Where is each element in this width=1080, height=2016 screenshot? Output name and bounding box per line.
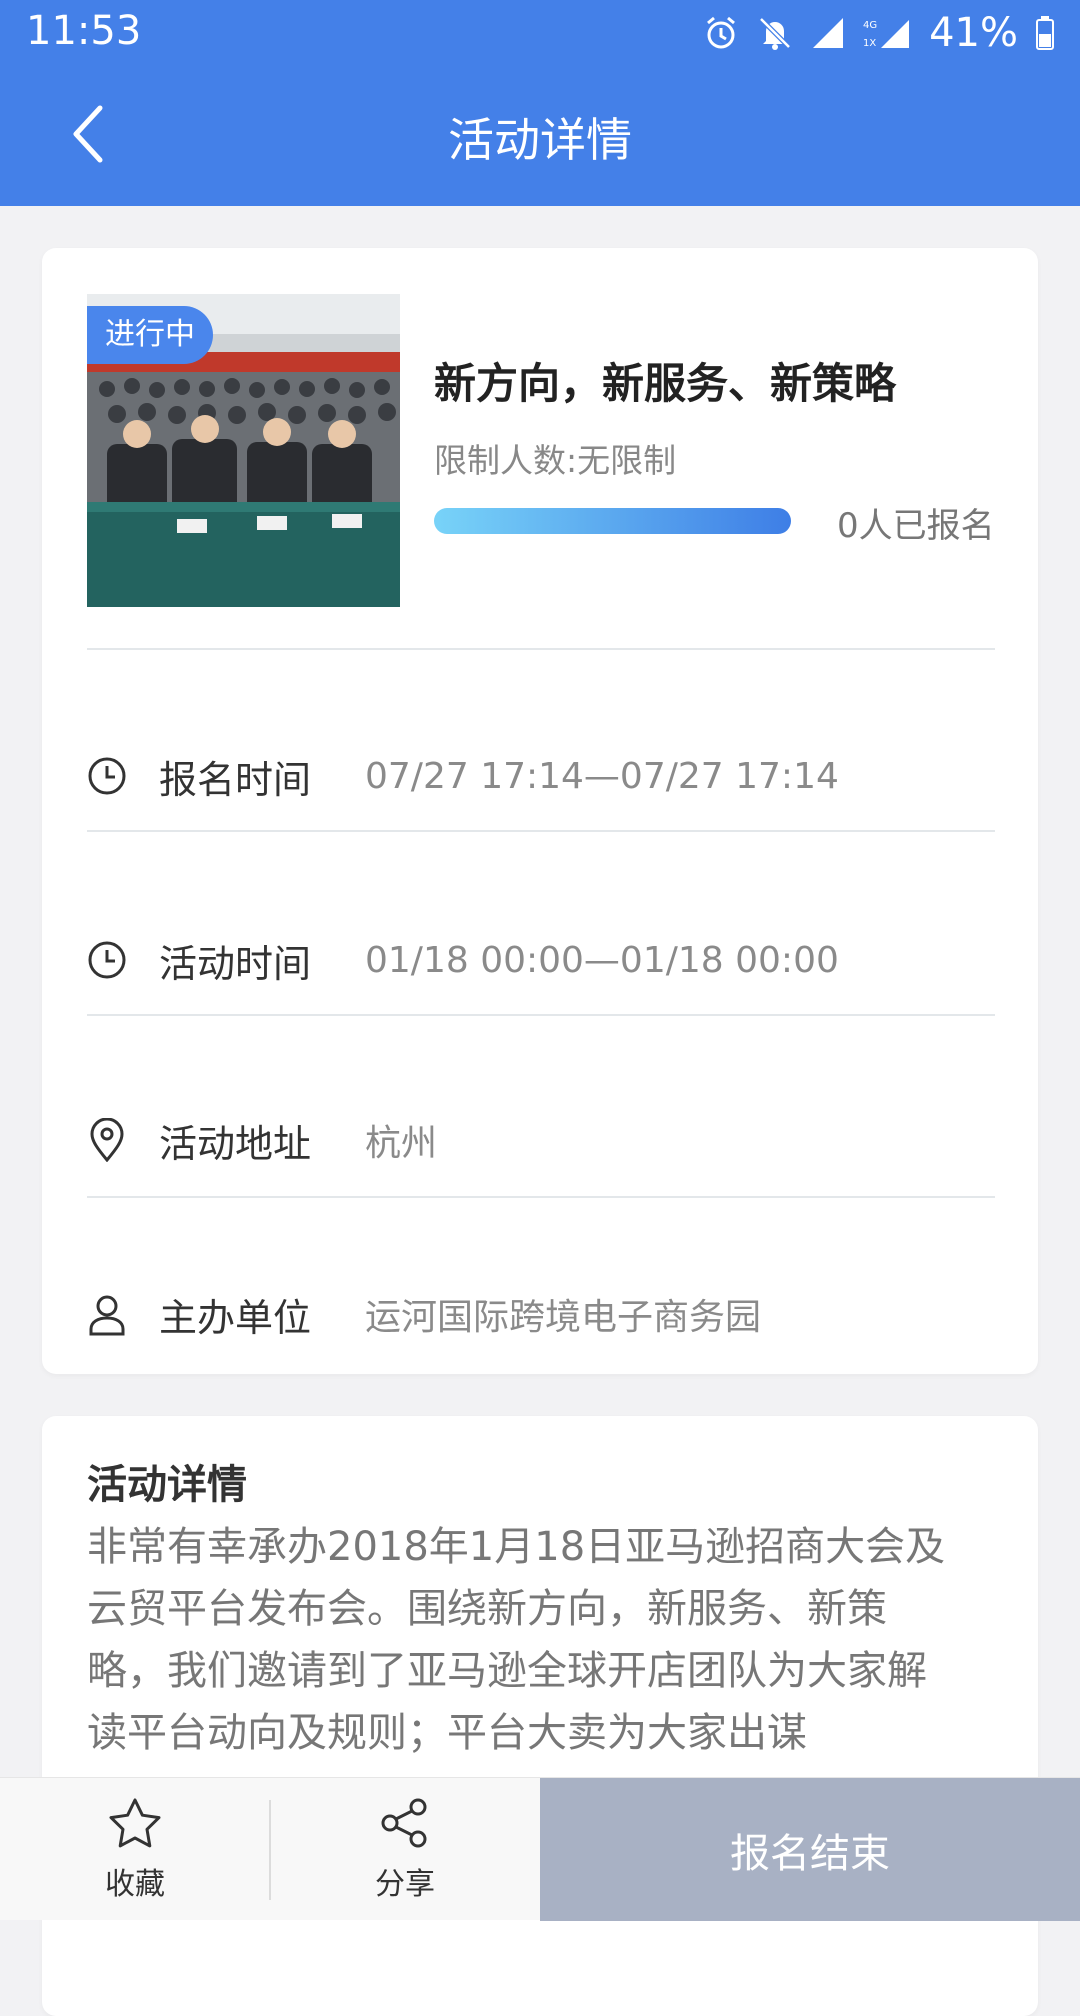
divider xyxy=(87,1014,995,1016)
app-header: 11:53 4G 1X 41% 活动详情 xyxy=(0,0,1080,206)
bottom-action-bar: 收藏 分享 报名结束 xyxy=(0,1777,1080,1921)
divider xyxy=(87,830,995,832)
info-row-organizer: 主办单位 运河国际跨境电子商务园 xyxy=(87,1274,995,1354)
info-row-value: 杭州 xyxy=(365,1123,438,1164)
info-row-label: 报名时间 xyxy=(159,757,312,802)
info-row-label: 活动时间 xyxy=(159,941,312,986)
event-photo: 进行中 xyxy=(87,294,400,607)
share-label: 分享 xyxy=(375,1866,435,1902)
event-title: 新方向，新服务、新策略 xyxy=(434,359,897,408)
details-text: 非常有幸承办2018年1月18日亚马逊招商大会及云贸平台发布会。围绕新方向，新服… xyxy=(87,1524,946,1756)
divider xyxy=(87,648,995,650)
info-row-value: 01/18 00:00—01/18 00:00 xyxy=(365,939,839,981)
svg-text:4G: 4G xyxy=(863,20,877,31)
signup-ended-button[interactable]: 报名结束 xyxy=(540,1778,1080,1921)
info-row-label: 主办单位 xyxy=(159,1295,312,1340)
info-row-value: 运河国际跨境电子商务园 xyxy=(365,1297,762,1338)
status-bar: 11:53 4G 1X 41% xyxy=(0,0,1080,66)
participant-limit: 限制人数:无限制 xyxy=(434,441,677,480)
info-row-value: 07/27 17:14—07/27 17:14 xyxy=(365,755,839,797)
location-pin-icon xyxy=(87,1118,127,1162)
signup-count: 0人已报名 xyxy=(837,506,995,546)
favorite-label: 收藏 xyxy=(105,1866,165,1902)
star-icon xyxy=(108,1797,162,1853)
status-time: 11:53 xyxy=(26,8,142,54)
share-icon xyxy=(380,1797,430,1853)
share-button[interactable]: 分享 xyxy=(270,1778,540,1921)
signup-progress-bar xyxy=(434,508,791,534)
person-icon xyxy=(87,1294,127,1336)
info-row-signup-time: 报名时间 07/27 17:14—07/27 17:14 xyxy=(87,736,995,816)
favorite-button[interactable]: 收藏 xyxy=(0,1778,270,1921)
status-icons: 4G 1X 41% xyxy=(703,10,1054,56)
clock-icon xyxy=(87,756,127,796)
event-details-card: 活动详情 非常有幸承办2018年1月18日亚马逊招商大会及云贸平台发布会。围绕新… xyxy=(42,1416,1038,2016)
info-row-event-time: 活动时间 01/18 00:00—01/18 00:00 xyxy=(87,920,995,1000)
alarm-icon xyxy=(703,15,739,51)
mute-icon xyxy=(757,15,793,51)
battery-percent: 41% xyxy=(929,10,1018,56)
nav-bar: 活动详情 xyxy=(0,66,1080,206)
svg-text:1X: 1X xyxy=(863,38,876,49)
info-row-address: 活动地址 杭州 xyxy=(87,1100,995,1180)
event-info-card: 进行中 新方向，新服务、新策略 限制人数:无限制 0人已报名 报名时间 07/2… xyxy=(42,248,1038,1374)
page-title: 活动详情 xyxy=(448,113,632,167)
signal-icon xyxy=(811,16,845,50)
info-row-label: 活动地址 xyxy=(159,1121,312,1166)
details-heading: 活动详情 xyxy=(87,1462,247,1508)
battery-icon xyxy=(1036,16,1054,50)
clock-icon xyxy=(87,940,127,980)
divider xyxy=(87,1196,995,1198)
4g-signal-icon: 4G 1X xyxy=(863,16,911,50)
status-badge: 进行中 xyxy=(87,306,213,364)
